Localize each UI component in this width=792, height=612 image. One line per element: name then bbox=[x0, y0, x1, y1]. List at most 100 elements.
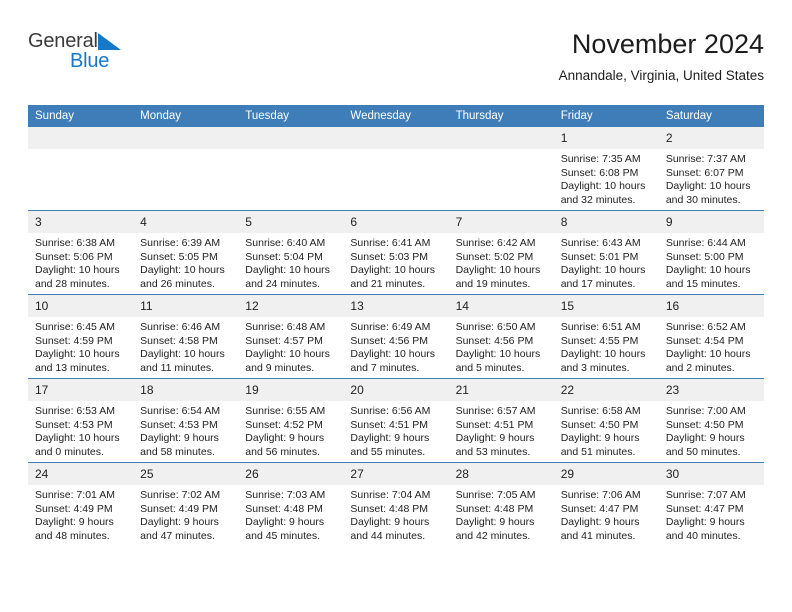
day-number: 2 bbox=[658, 127, 764, 149]
brand-logo[interactable]: General Blue bbox=[28, 30, 248, 82]
calendar-day-cell[interactable]: 5 Sunrise: 6:40 AM Sunset: 5:04 PM Daylight… bbox=[238, 210, 344, 295]
calendar-day-cell-empty bbox=[238, 127, 344, 211]
brand-name-general: General bbox=[28, 30, 98, 52]
weekday-header-tuesday: Tuesday bbox=[238, 105, 344, 127]
calendar-day-cell[interactable]: 12 Sunrise: 6:48 AM Sunset: 4:57 PM Dayligh… bbox=[238, 294, 344, 379]
calendar-week-row: 1 Sunrise: 7:35 AM Sunset: 6:08 PM Daylight… bbox=[28, 127, 764, 211]
sunrise-text: Sunrise: 7:05 AM bbox=[455, 489, 536, 501]
daylight-text: Daylight: 10 hours and 9 minutes. bbox=[245, 348, 330, 374]
sunset-text: Sunset: 4:53 PM bbox=[140, 418, 218, 431]
calendar-day-cell[interactable]: 10 Sunrise: 6:45 AM Sunset: 4:59 PM Dayligh… bbox=[28, 294, 134, 379]
calendar-day-cell[interactable]: 23 Sunrise: 7:00 AM Sunset: 4:50 PM Dayligh… bbox=[658, 378, 764, 463]
calendar-day-cell[interactable]: 25 Sunrise: 7:02 AM Sunset: 4:49 PM Dayligh… bbox=[133, 462, 239, 546]
calendar-day-cell[interactable]: 24 Sunrise: 7:01 AM Sunset: 4:49 PM Dayligh… bbox=[28, 462, 134, 546]
calendar-day-cell[interactable]: 1 Sunrise: 7:35 AM Sunset: 6:08 PM Daylight… bbox=[553, 127, 659, 211]
daylight-text: Daylight: 10 hours and 2 minutes. bbox=[665, 348, 751, 374]
day-number: 18 bbox=[133, 379, 239, 401]
calendar-day-cell[interactable]: 26 Sunrise: 7:03 AM Sunset: 4:48 PM Dayligh… bbox=[238, 462, 344, 546]
sunset-text: Sunset: 4:48 PM bbox=[350, 502, 429, 515]
day-sun-info: Sunrise: 6:51 AM Sunset: 4:55 PM Daylight:… bbox=[554, 317, 659, 375]
sunset-text: Sunset: 5:05 PM bbox=[140, 250, 218, 263]
calendar-day-cell[interactable]: 18 Sunrise: 6:54 AM Sunset: 4:53 PM Dayligh… bbox=[133, 378, 239, 463]
day-number: 27 bbox=[343, 463, 449, 485]
calendar-day-cell[interactable]: 29 Sunrise: 7:06 AM Sunset: 4:47 PM Dayligh… bbox=[553, 462, 659, 546]
sunset-text: Sunset: 6:07 PM bbox=[665, 166, 744, 179]
day-number: 19 bbox=[238, 379, 344, 401]
sunrise-text: Sunrise: 7:04 AM bbox=[350, 489, 431, 501]
sunrise-text: Sunrise: 6:38 AM bbox=[35, 237, 115, 249]
day-number: 26 bbox=[238, 463, 344, 485]
day-sun-info: Sunrise: 6:40 AM Sunset: 5:04 PM Daylight:… bbox=[238, 233, 343, 291]
sunrise-text: Sunrise: 6:58 AM bbox=[560, 405, 641, 417]
calendar-day-cell[interactable]: 6 Sunrise: 6:41 AM Sunset: 5:03 PM Daylight… bbox=[343, 210, 449, 295]
calendar-day-cell[interactable]: 14 Sunrise: 6:50 AM Sunset: 4:56 PM Dayligh… bbox=[448, 294, 554, 379]
day-number: 6 bbox=[343, 211, 449, 233]
calendar-day-cell[interactable]: 13 Sunrise: 6:49 AM Sunset: 4:56 PM Dayligh… bbox=[343, 294, 449, 379]
calendar-day-cell[interactable]: 27 Sunrise: 7:04 AM Sunset: 4:48 PM Dayligh… bbox=[343, 462, 449, 546]
weekday-header-sunday: Sunday bbox=[28, 105, 134, 127]
daylight-text: Daylight: 9 hours and 45 minutes. bbox=[245, 516, 325, 542]
sunrise-text: Sunrise: 6:50 AM bbox=[455, 321, 536, 333]
sunrise-text: Sunrise: 6:53 AM bbox=[35, 405, 115, 417]
daylight-text: Daylight: 9 hours and 48 minutes. bbox=[35, 516, 114, 542]
sunset-text: Sunset: 4:54 PM bbox=[665, 334, 744, 347]
day-number bbox=[343, 127, 449, 149]
weekday-header-monday: Monday bbox=[133, 105, 239, 127]
calendar-day-cell[interactable]: 2 Sunrise: 7:37 AM Sunset: 6:07 PM Daylight… bbox=[658, 127, 764, 211]
day-number: 8 bbox=[553, 211, 659, 233]
sunset-text: Sunset: 4:50 PM bbox=[665, 418, 744, 431]
daylight-text: Daylight: 10 hours and 0 minutes. bbox=[35, 432, 120, 458]
calendar-day-cell[interactable]: 28 Sunrise: 7:05 AM Sunset: 4:48 PM Dayligh… bbox=[448, 462, 554, 546]
calendar-day-cell[interactable]: 15 Sunrise: 6:51 AM Sunset: 4:55 PM Dayligh… bbox=[553, 294, 659, 379]
calendar-day-cell[interactable]: 7 Sunrise: 6:42 AM Sunset: 5:02 PM Daylight… bbox=[448, 210, 554, 295]
page-subtitle: Annandale, Virginia, United States bbox=[558, 68, 764, 83]
day-number: 11 bbox=[133, 295, 239, 317]
sunset-text: Sunset: 4:49 PM bbox=[35, 502, 113, 515]
calendar-page: General Blue November 2024 Annandale, Vi… bbox=[0, 0, 792, 612]
sunrise-text: Sunrise: 6:46 AM bbox=[140, 321, 221, 333]
sunset-text: Sunset: 4:49 PM bbox=[140, 502, 218, 515]
daylight-text: Daylight: 10 hours and 5 minutes. bbox=[455, 348, 541, 374]
calendar-day-cell[interactable]: 19 Sunrise: 6:55 AM Sunset: 4:52 PM Dayligh… bbox=[238, 378, 344, 463]
sunset-text: Sunset: 4:52 PM bbox=[245, 418, 323, 431]
page-header: General Blue November 2024 Annandale, Vi… bbox=[28, 28, 764, 98]
calendar-day-cell[interactable]: 8 Sunrise: 6:43 AM Sunset: 5:01 PM Daylight… bbox=[553, 210, 659, 295]
calendar-day-cell[interactable]: 11 Sunrise: 6:46 AM Sunset: 4:58 PM Dayligh… bbox=[133, 294, 239, 379]
calendar-day-cell[interactable]: 21 Sunrise: 6:57 AM Sunset: 4:51 PM Dayligh… bbox=[448, 378, 554, 463]
calendar-day-cell[interactable]: 20 Sunrise: 6:56 AM Sunset: 4:51 PM Dayligh… bbox=[343, 378, 449, 463]
day-sun-info: Sunrise: 6:38 AM Sunset: 5:06 PM Daylight:… bbox=[28, 233, 133, 291]
daylight-text: Daylight: 9 hours and 58 minutes. bbox=[140, 432, 219, 458]
sunrise-text: Sunrise: 6:57 AM bbox=[455, 405, 536, 417]
calendar-week-row: 24 Sunrise: 7:01 AM Sunset: 4:49 PM Dayligh… bbox=[28, 462, 764, 546]
daylight-text: Daylight: 10 hours and 32 minutes. bbox=[560, 180, 646, 206]
sunset-text: Sunset: 4:59 PM bbox=[35, 334, 113, 347]
daylight-text: Daylight: 9 hours and 47 minutes. bbox=[140, 516, 219, 542]
day-number: 20 bbox=[343, 379, 449, 401]
daylight-text: Daylight: 9 hours and 51 minutes. bbox=[560, 432, 640, 458]
daylight-text: Daylight: 9 hours and 56 minutes. bbox=[245, 432, 325, 458]
calendar-day-cell[interactable]: 4 Sunrise: 6:39 AM Sunset: 5:05 PM Daylight… bbox=[133, 210, 239, 295]
calendar-week-row: 3 Sunrise: 6:38 AM Sunset: 5:06 PM Daylight… bbox=[28, 210, 764, 295]
day-number bbox=[28, 127, 134, 149]
calendar-grid: Sunday Monday Tuesday Wednesday Thursday… bbox=[28, 105, 764, 546]
day-number: 10 bbox=[28, 295, 134, 317]
calendar-day-cell[interactable]: 30 Sunrise: 7:07 AM Sunset: 4:47 PM Dayligh… bbox=[658, 462, 764, 546]
day-number: 29 bbox=[553, 463, 659, 485]
sunrise-text: Sunrise: 6:43 AM bbox=[560, 237, 641, 249]
sunrise-text: Sunrise: 6:41 AM bbox=[350, 237, 431, 249]
sunset-text: Sunset: 4:57 PM bbox=[245, 334, 323, 347]
sunrise-text: Sunrise: 6:56 AM bbox=[350, 405, 431, 417]
sunset-text: Sunset: 4:47 PM bbox=[560, 502, 639, 515]
calendar-day-cell[interactable]: 17 Sunrise: 6:53 AM Sunset: 4:53 PM Dayligh… bbox=[28, 378, 134, 463]
day-sun-info: Sunrise: 6:57 AM Sunset: 4:51 PM Daylight:… bbox=[449, 401, 554, 459]
brand-logo-top-row: General bbox=[28, 30, 248, 52]
calendar-day-cell[interactable]: 9 Sunrise: 6:44 AM Sunset: 5:00 PM Daylight… bbox=[658, 210, 764, 295]
calendar-day-cell[interactable]: 22 Sunrise: 6:58 AM Sunset: 4:50 PM Dayligh… bbox=[553, 378, 659, 463]
day-number: 9 bbox=[658, 211, 764, 233]
day-sun-info: Sunrise: 6:58 AM Sunset: 4:50 PM Daylight:… bbox=[554, 401, 659, 459]
calendar-day-cell[interactable]: 16 Sunrise: 6:52 AM Sunset: 4:54 PM Dayligh… bbox=[658, 294, 764, 379]
sunset-text: Sunset: 4:51 PM bbox=[455, 418, 534, 431]
day-sun-info: Sunrise: 6:39 AM Sunset: 5:05 PM Daylight:… bbox=[133, 233, 238, 291]
calendar-day-cell[interactable]: 3 Sunrise: 6:38 AM Sunset: 5:06 PM Daylight… bbox=[28, 210, 134, 295]
sunrise-text: Sunrise: 6:48 AM bbox=[245, 321, 326, 333]
